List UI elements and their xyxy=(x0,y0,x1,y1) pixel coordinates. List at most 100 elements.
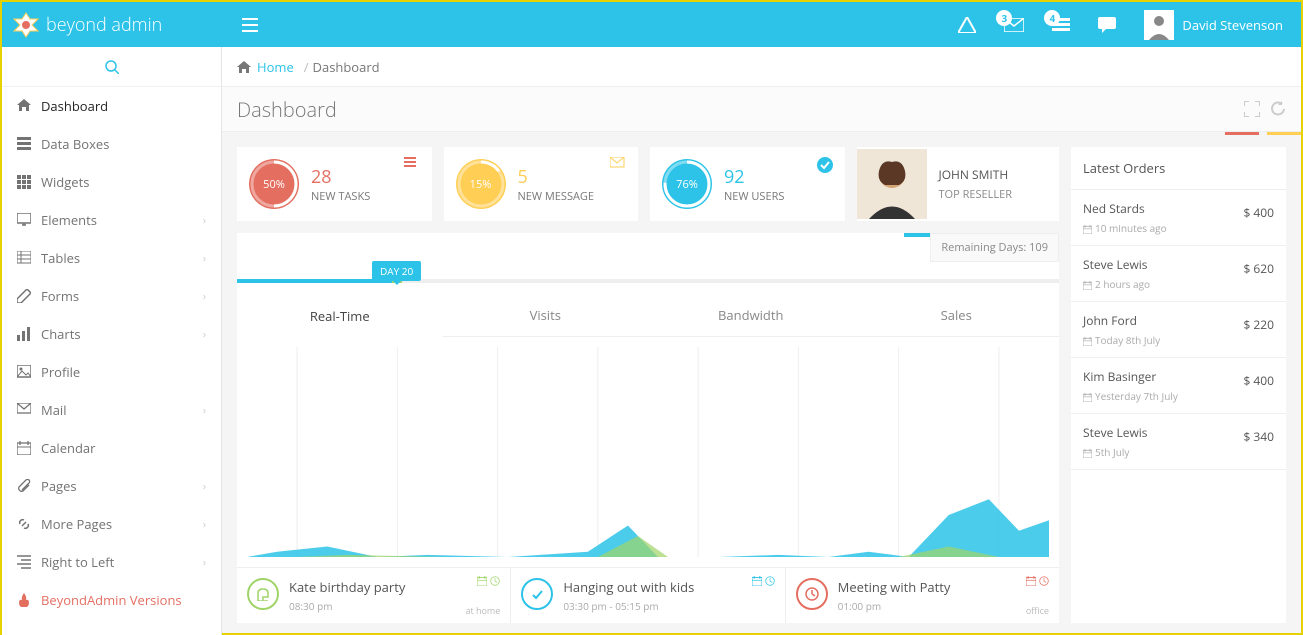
chat-icon[interactable] xyxy=(1098,17,1116,33)
sidebar-item-charts[interactable]: Charts› xyxy=(2,315,221,353)
envelope-icon xyxy=(17,403,41,417)
breadcrumb-sep: / xyxy=(304,58,309,76)
event-time: 08:30 pm xyxy=(289,599,405,613)
order-row[interactable]: John FordToday 8th July$ 220 xyxy=(1071,302,1286,358)
page-header: Dashboard xyxy=(222,87,1301,132)
sidebar-item-label: Profile xyxy=(41,363,80,381)
chevron-right-icon: › xyxy=(203,289,206,304)
order-row[interactable]: Ned Stards10 minutes ago$ 400 xyxy=(1071,190,1286,246)
brand-name: beyond admin xyxy=(46,13,162,37)
remaining-days: Remaining Days: 109 xyxy=(930,233,1059,262)
logo-icon xyxy=(12,11,40,39)
calendar-icon xyxy=(17,441,41,455)
order-row[interactable]: Steve Lewis5th July$ 340 xyxy=(1071,414,1286,470)
tab-visits[interactable]: Visits xyxy=(443,296,649,336)
stat-label: NEW MESSAGE xyxy=(518,189,595,204)
order-amount: $ 340 xyxy=(1243,428,1274,445)
order-row[interactable]: Kim BasingerYesterday 7th July$ 400 xyxy=(1071,358,1286,414)
stat-percent-circle: 15% xyxy=(456,159,506,209)
order-time: 10 minutes ago xyxy=(1083,221,1274,235)
sidebar-item-label: More Pages xyxy=(41,515,112,533)
stat-box-new-users[interactable]: 76%92NEW USERS xyxy=(650,147,845,221)
event-location: office xyxy=(1026,604,1049,617)
sidebar-item-label: Pages xyxy=(41,477,77,495)
stat-value: 28 xyxy=(311,165,370,189)
sidebar-item-label: BeyondAdmin Versions xyxy=(41,591,182,609)
sidebar-item-widgets[interactable]: Widgets xyxy=(2,163,221,201)
sidebar-search[interactable] xyxy=(2,47,221,87)
order-time: 2 hours ago xyxy=(1083,277,1274,291)
stat-corner-icon xyxy=(817,157,833,173)
event-type-icon xyxy=(796,578,828,610)
sidebar-item-pages[interactable]: Pages› xyxy=(2,467,221,505)
tasks-icon xyxy=(17,137,41,151)
event-item[interactable]: Meeting with Patty01:00 pmoffice xyxy=(786,568,1059,623)
sidebar-item-profile[interactable]: Profile xyxy=(2,353,221,391)
messages-icon[interactable]: 3 xyxy=(1004,18,1024,32)
sidebar-item-beyondadmin-versions[interactable]: BeyondAdmin Versions xyxy=(2,581,221,619)
sidebar-item-more-pages[interactable]: More Pages› xyxy=(2,505,221,543)
tab-sales[interactable]: Sales xyxy=(854,296,1060,336)
picture-icon xyxy=(17,365,41,379)
breadcrumb-current: Dashboard xyxy=(313,58,380,76)
event-type-icon xyxy=(247,578,279,610)
order-amount: $ 620 xyxy=(1243,260,1274,277)
order-row[interactable]: Steve Lewis2 hours ago$ 620 xyxy=(1071,246,1286,302)
th-icon xyxy=(17,175,41,189)
chevron-right-icon: › xyxy=(203,403,206,418)
order-time: 5th July xyxy=(1083,445,1274,459)
sidebar-toggle[interactable] xyxy=(242,18,258,32)
refresh-icon[interactable] xyxy=(1270,101,1286,117)
sidebar-item-dashboard[interactable]: Dashboard xyxy=(2,87,221,125)
bar-chart-icon xyxy=(17,327,41,341)
sidebar-item-label: Mail xyxy=(41,401,66,419)
sidebar-item-elements[interactable]: Elements› xyxy=(2,201,221,239)
sidebar-item-right-to-left[interactable]: Right to Left› xyxy=(2,543,221,581)
sidebar-item-label: Calendar xyxy=(41,439,95,457)
event-item[interactable]: Kate birthday party08:30 pmat home xyxy=(237,568,511,623)
brand[interactable]: beyond admin xyxy=(2,11,222,39)
tasks-icon[interactable]: 4 xyxy=(1052,18,1070,32)
order-amount: $ 220 xyxy=(1243,316,1274,333)
sidebar-item-label: Elements xyxy=(41,211,97,229)
page-title: Dashboard xyxy=(237,96,337,123)
event-title: Hanging out with kids xyxy=(563,578,694,596)
sidebar-item-mail[interactable]: Mail › xyxy=(2,391,221,429)
sidebar: DashboardData BoxesWidgetsElements›Table… xyxy=(2,47,222,635)
event-item[interactable]: Hanging out with kids 03:30 pm - 05:15 pm xyxy=(511,568,785,623)
tasks-badge: 4 xyxy=(1044,10,1060,26)
stat-value: 92 xyxy=(724,165,784,189)
events-row: Kate birthday party08:30 pmat homeHangin… xyxy=(237,567,1059,623)
stat-box-new-tasks[interactable]: 50%28NEW TASKS xyxy=(237,147,432,221)
stat-label: NEW USERS xyxy=(724,189,784,204)
home-icon[interactable] xyxy=(237,61,251,73)
user-name: David Stevenson xyxy=(1182,16,1283,34)
orders-title: Latest Orders xyxy=(1071,147,1286,190)
sidebar-item-tables[interactable]: Tables› xyxy=(2,239,221,277)
reseller-name: JOHN SMITH xyxy=(939,166,1048,183)
stat-box-new-message[interactable]: 15%5NEW MESSAGE xyxy=(444,147,639,221)
sidebar-item-calendar[interactable]: Calendar xyxy=(2,429,221,467)
sidebar-item-data-boxes[interactable]: Data Boxes xyxy=(2,125,221,163)
chart-tabs: Real-TimeVisitsBandwidthSales xyxy=(237,296,1059,337)
topbar: beyond admin 3 4 David Stevenson xyxy=(2,2,1301,47)
event-time: 03:30 pm - 05:15 pm xyxy=(563,599,694,613)
sidebar-item-label: Charts xyxy=(41,325,81,343)
event-time: 01:00 pm xyxy=(838,599,951,613)
stat-percent-circle: 50% xyxy=(249,159,299,209)
chart-area xyxy=(237,337,1059,567)
top-reseller-box[interactable]: JOHN SMITH TOP RESELLER xyxy=(857,147,1060,221)
sidebar-item-forms[interactable]: Forms› xyxy=(2,277,221,315)
alerts-icon[interactable] xyxy=(958,17,976,33)
desktop-icon xyxy=(17,213,41,227)
tab-realtime[interactable]: Real-Time xyxy=(237,297,443,337)
user-menu[interactable]: David Stevenson xyxy=(1144,10,1283,40)
tab-bandwidth[interactable]: Bandwidth xyxy=(648,296,854,336)
home-icon xyxy=(17,99,41,113)
event-type-icon xyxy=(521,578,553,610)
fullscreen-icon[interactable] xyxy=(1244,101,1260,117)
latest-orders-widget: Latest Orders Ned Stards10 minutes ago$ … xyxy=(1071,147,1286,623)
breadcrumb-home[interactable]: Home xyxy=(257,58,294,76)
messages-badge: 3 xyxy=(996,10,1012,26)
sidebar-item-label: Tables xyxy=(41,249,80,267)
